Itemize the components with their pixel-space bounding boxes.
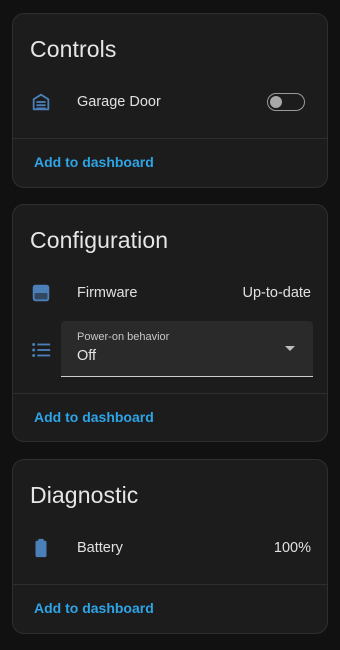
battery-value: 100% xyxy=(273,540,311,556)
garage-door-row[interactable]: Garage Door xyxy=(13,82,327,122)
add-to-dashboard-button[interactable]: Add to dashboard xyxy=(34,600,154,616)
garage-door-toggle[interactable] xyxy=(267,93,305,111)
list-icon xyxy=(30,339,52,361)
power-on-behavior-value: Off xyxy=(77,348,97,364)
power-on-behavior-select[interactable]: Power-on behavior Off xyxy=(61,321,313,377)
configuration-card: Configuration Firmware Up-to-date Power-… xyxy=(12,204,328,442)
garage-door-label: Garage Door xyxy=(77,94,161,110)
firmware-status: Up-to-date xyxy=(242,285,311,301)
configuration-title: Configuration xyxy=(30,227,169,253)
controls-card: Controls Garage Door Add to dashboard xyxy=(12,13,328,188)
firmware-label: Firmware xyxy=(77,285,138,301)
battery-row[interactable]: Battery 100% xyxy=(13,528,327,568)
diagnostic-card: Diagnostic Battery 100% Add to dashboard xyxy=(12,459,328,634)
firmware-row[interactable]: Firmware Up-to-date xyxy=(13,273,327,313)
power-on-behavior-label: Power-on behavior xyxy=(77,331,170,343)
controls-title: Controls xyxy=(30,36,117,62)
divider xyxy=(13,393,327,394)
garage-icon xyxy=(30,91,52,113)
battery-label: Battery xyxy=(77,540,123,556)
add-to-dashboard-button[interactable]: Add to dashboard xyxy=(34,154,154,170)
divider xyxy=(13,584,327,585)
diagnostic-title: Diagnostic xyxy=(30,482,139,508)
add-to-dashboard-button[interactable]: Add to dashboard xyxy=(34,409,154,425)
battery-icon xyxy=(30,537,52,559)
toggle-knob xyxy=(270,95,282,108)
dropdown-arrow-icon xyxy=(285,346,295,351)
divider xyxy=(13,138,327,139)
firmware-icon xyxy=(30,282,52,304)
